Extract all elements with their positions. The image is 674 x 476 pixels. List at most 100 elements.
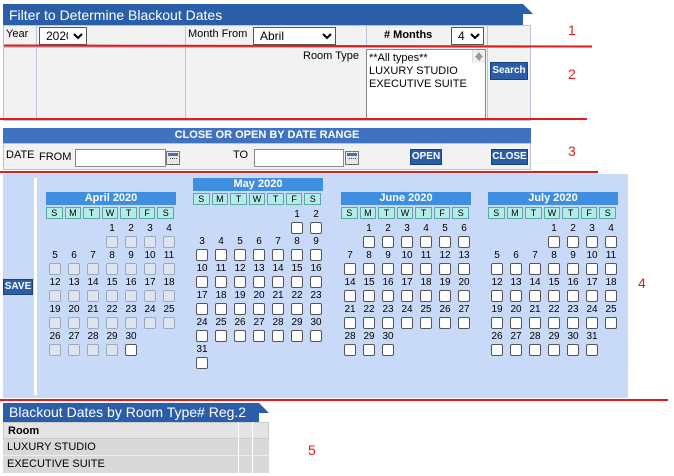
day-checkbox[interactable] bbox=[401, 263, 413, 275]
day-checkbox[interactable] bbox=[234, 249, 246, 261]
day-checkbox[interactable] bbox=[586, 344, 598, 356]
day-checkbox[interactable] bbox=[291, 222, 303, 234]
day-checkbox[interactable] bbox=[344, 317, 356, 329]
day-checkbox[interactable] bbox=[363, 263, 375, 275]
day-checkbox[interactable] bbox=[491, 317, 503, 329]
day-checkbox[interactable] bbox=[458, 236, 470, 248]
day-checkbox[interactable] bbox=[215, 303, 227, 315]
day-checkbox[interactable] bbox=[586, 290, 598, 302]
day-checkbox[interactable] bbox=[548, 290, 560, 302]
day-checkbox[interactable] bbox=[401, 290, 413, 302]
day-checkbox[interactable] bbox=[234, 303, 246, 315]
scroll-down-icon[interactable] bbox=[475, 56, 483, 61]
day-checkbox[interactable] bbox=[291, 276, 303, 288]
day-checkbox[interactable] bbox=[420, 236, 432, 248]
day-checkbox[interactable] bbox=[439, 317, 451, 329]
search-button[interactable]: Search bbox=[490, 62, 528, 80]
day-checkbox[interactable] bbox=[215, 249, 227, 261]
save-button[interactable]: SAVE bbox=[3, 279, 33, 295]
day-checkbox[interactable] bbox=[510, 263, 522, 275]
day-checkbox[interactable] bbox=[253, 330, 265, 342]
day-checkbox[interactable] bbox=[439, 236, 451, 248]
day-checkbox[interactable] bbox=[310, 222, 322, 234]
day-checkbox[interactable] bbox=[548, 236, 560, 248]
day-checkbox[interactable] bbox=[420, 317, 432, 329]
day-checkbox[interactable] bbox=[196, 357, 208, 369]
day-checkbox[interactable] bbox=[253, 303, 265, 315]
day-checkbox[interactable] bbox=[420, 290, 432, 302]
day-checkbox[interactable] bbox=[215, 330, 227, 342]
day-checkbox[interactable] bbox=[567, 344, 579, 356]
day-checkbox[interactable] bbox=[344, 290, 356, 302]
day-checkbox[interactable] bbox=[196, 276, 208, 288]
day-checkbox[interactable] bbox=[510, 317, 522, 329]
day-checkbox[interactable] bbox=[439, 290, 451, 302]
day-checkbox[interactable] bbox=[586, 263, 598, 275]
day-checkbox[interactable] bbox=[310, 330, 322, 342]
day-checkbox[interactable] bbox=[253, 249, 265, 261]
day-checkbox[interactable] bbox=[363, 290, 375, 302]
day-checkbox[interactable] bbox=[605, 236, 617, 248]
day-checkbox[interactable] bbox=[382, 290, 394, 302]
day-checkbox[interactable] bbox=[215, 276, 227, 288]
day-checkbox[interactable] bbox=[401, 236, 413, 248]
close-button[interactable]: CLOSE bbox=[491, 149, 528, 165]
day-checkbox[interactable] bbox=[458, 290, 470, 302]
months-count-select[interactable]: 4 bbox=[451, 27, 484, 45]
day-checkbox[interactable] bbox=[510, 290, 522, 302]
day-checkbox[interactable] bbox=[586, 317, 598, 329]
to-date-input[interactable] bbox=[254, 149, 344, 167]
month-from-select[interactable]: Abril bbox=[253, 27, 336, 45]
day-checkbox[interactable] bbox=[272, 330, 284, 342]
day-checkbox[interactable] bbox=[567, 263, 579, 275]
day-checkbox[interactable] bbox=[567, 290, 579, 302]
day-checkbox[interactable] bbox=[196, 249, 208, 261]
day-checkbox[interactable] bbox=[548, 344, 560, 356]
day-checkbox[interactable] bbox=[529, 344, 541, 356]
day-checkbox[interactable] bbox=[382, 344, 394, 356]
day-checkbox[interactable] bbox=[196, 303, 208, 315]
from-date-input[interactable] bbox=[75, 149, 166, 167]
day-checkbox[interactable] bbox=[291, 303, 303, 315]
day-checkbox[interactable] bbox=[310, 249, 322, 261]
day-checkbox[interactable] bbox=[382, 263, 394, 275]
day-checkbox[interactable] bbox=[548, 263, 560, 275]
day-checkbox[interactable] bbox=[491, 263, 503, 275]
day-checkbox[interactable] bbox=[310, 276, 322, 288]
day-checkbox[interactable] bbox=[382, 317, 394, 329]
day-checkbox[interactable] bbox=[253, 276, 265, 288]
day-checkbox[interactable] bbox=[291, 249, 303, 261]
day-checkbox[interactable] bbox=[310, 303, 322, 315]
day-checkbox[interactable] bbox=[491, 344, 503, 356]
day-checkbox[interactable] bbox=[458, 263, 470, 275]
year-select[interactable]: 2020 bbox=[39, 27, 87, 45]
day-checkbox[interactable] bbox=[344, 263, 356, 275]
from-calendar-icon[interactable] bbox=[166, 151, 180, 165]
day-checkbox[interactable] bbox=[548, 317, 560, 329]
day-checkbox[interactable] bbox=[567, 317, 579, 329]
day-checkbox[interactable] bbox=[605, 263, 617, 275]
day-checkbox[interactable] bbox=[458, 317, 470, 329]
day-checkbox[interactable] bbox=[344, 344, 356, 356]
day-checkbox[interactable] bbox=[567, 236, 579, 248]
day-checkbox[interactable] bbox=[605, 290, 617, 302]
day-checkbox[interactable] bbox=[272, 249, 284, 261]
day-checkbox[interactable] bbox=[586, 236, 598, 248]
day-checkbox[interactable] bbox=[363, 344, 375, 356]
to-calendar-icon[interactable] bbox=[345, 151, 359, 165]
day-checkbox[interactable] bbox=[491, 290, 503, 302]
day-checkbox[interactable] bbox=[363, 317, 375, 329]
day-checkbox[interactable] bbox=[529, 290, 541, 302]
day-checkbox[interactable] bbox=[363, 236, 375, 248]
day-checkbox[interactable] bbox=[125, 344, 137, 356]
day-checkbox[interactable] bbox=[291, 330, 303, 342]
day-checkbox[interactable] bbox=[510, 344, 522, 356]
day-checkbox[interactable] bbox=[605, 317, 617, 329]
day-checkbox[interactable] bbox=[529, 317, 541, 329]
day-checkbox[interactable] bbox=[196, 330, 208, 342]
room-type-option[interactable]: **All types** bbox=[369, 52, 483, 65]
day-checkbox[interactable] bbox=[234, 330, 246, 342]
day-checkbox[interactable] bbox=[401, 317, 413, 329]
day-checkbox[interactable] bbox=[272, 276, 284, 288]
room-type-listbox[interactable]: **All types** LUXURY STUDIO EXECUTIVE SU… bbox=[366, 49, 486, 119]
